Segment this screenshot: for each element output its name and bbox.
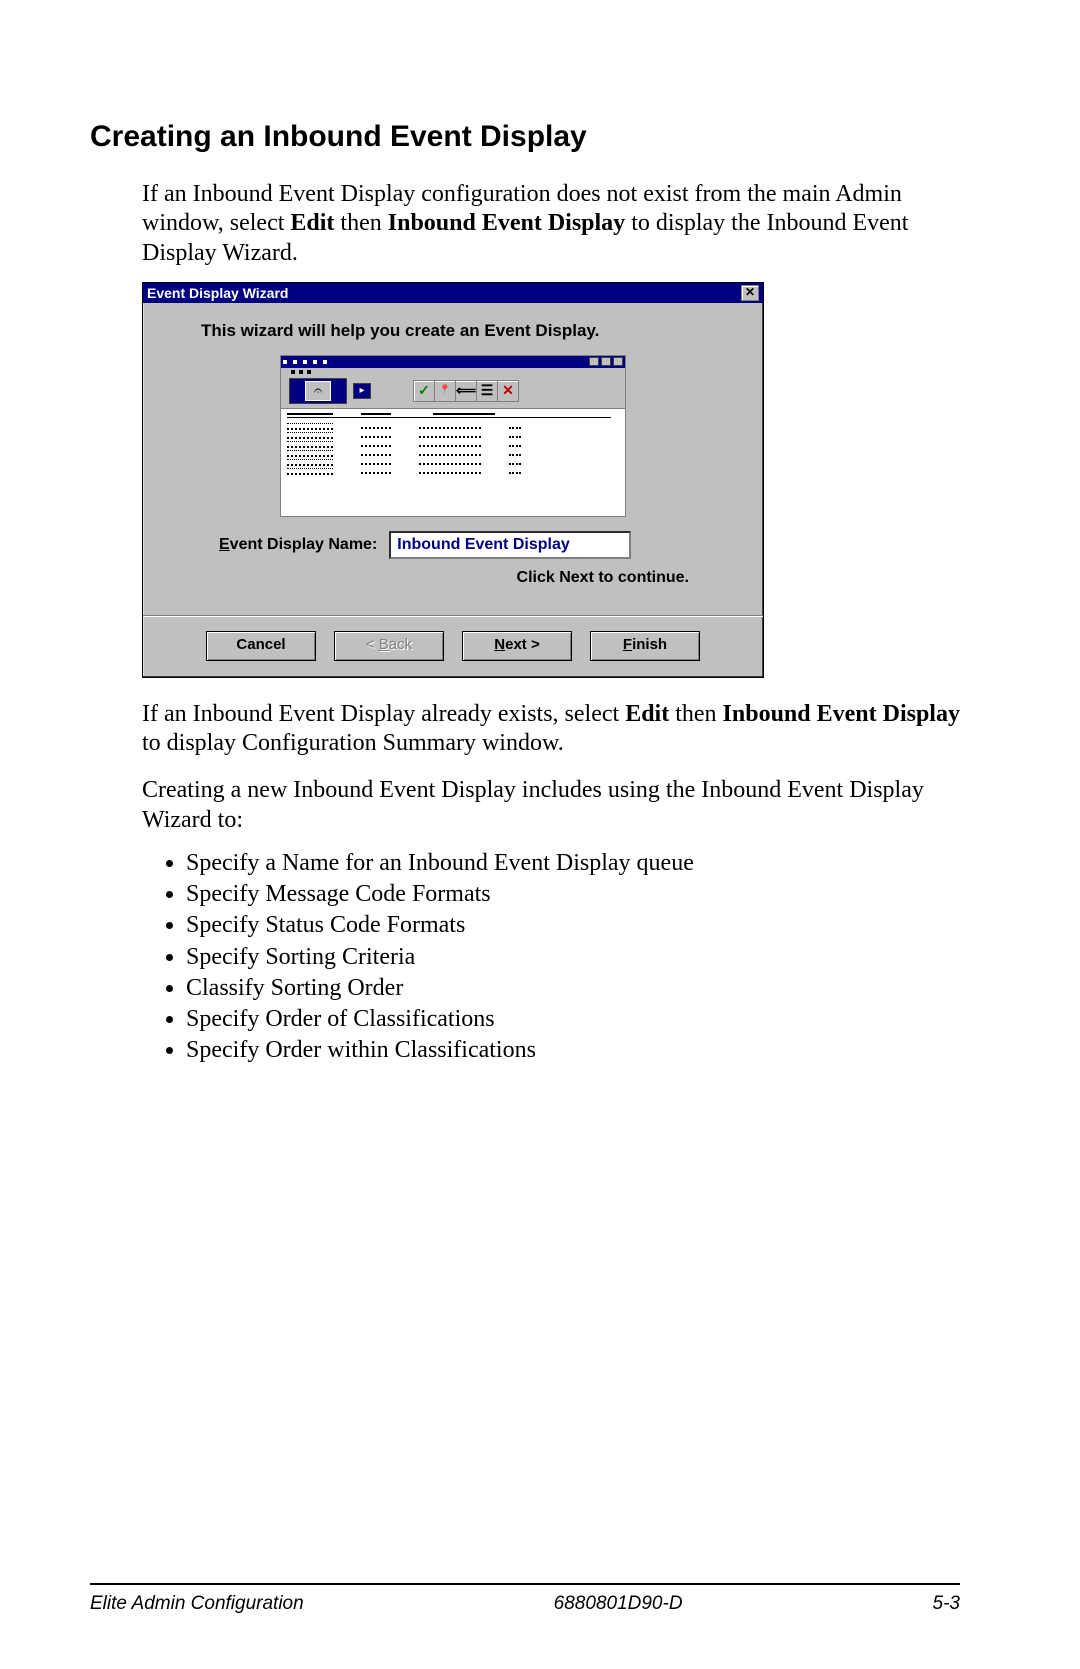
paragraph-2: If an Inbound Event Display already exis… [142,700,960,759]
text: to display Configuration Summary window. [142,730,564,756]
close-icon[interactable]: ✕ [741,285,759,301]
list-item: Specify Status Code Formats [186,911,960,940]
next-button[interactable]: Next > [462,631,572,661]
back-button: < Back [334,631,444,661]
dialog-titlebar: Event Display Wizard ✕ [143,283,763,303]
dialog-title: Event Display Wizard [147,285,288,301]
event-display-name-input[interactable] [389,531,631,559]
x-icon: ✕ [498,381,518,401]
bold-text: Inbound Event Display [388,210,625,236]
cancel-button[interactable]: Cancel [206,631,316,661]
bold-text: Inbound Event Display [723,701,960,727]
bold-text: Edit [290,210,334,236]
list-item: Classify Sorting Order [186,974,960,1003]
event-display-name-label: Event Display Name: [219,536,377,554]
bullet-list: Specify a Name for an Inbound Event Disp… [142,849,960,1066]
bold-text: Edit [625,701,669,727]
text: then [334,210,387,236]
footer-center: 6880801D90-D [554,1593,683,1615]
paragraph-3: Creating a new Inbound Event Display inc… [142,776,960,835]
list-icon: ☰ [477,381,498,401]
page-footer: Elite Admin Configuration 6880801D90-D 5… [90,1583,960,1615]
text: then [669,701,722,727]
list-icon: ⟸ [456,381,477,401]
finish-button[interactable]: Finish [590,631,700,661]
list-item: Specify Order of Classifications [186,1005,960,1034]
event-display-wizard-dialog: Event Display Wizard ✕ This wizard will … [142,282,764,678]
list-item: Specify Order within Classifications [186,1036,960,1065]
list-item: Specify Message Code Formats [186,880,960,909]
pin-icon: 📍 [435,381,456,401]
list-item: Specify a Name for an Inbound Event Disp… [186,849,960,878]
preview-illustration: 𝄐 ▸ ✓ 📍 ⟸ ☰ ✕ [280,355,626,517]
wizard-intro-text: This wizard will help you create an Even… [201,321,735,341]
text: If an Inbound Event Display already exis… [142,701,625,727]
intro-paragraph-1: If an Inbound Event Display configuratio… [142,180,960,268]
footer-left: Elite Admin Configuration [90,1593,304,1615]
section-heading: Creating an Inbound Event Display [90,120,960,154]
continue-hint: Click Next to continue. [171,569,689,587]
footer-right: 5-3 [933,1593,960,1615]
check-icon: ✓ [414,381,435,401]
tool-icon: 𝄐 [305,381,331,401]
arrow-icon: ▸ [353,383,371,399]
list-item: Specify Sorting Criteria [186,943,960,972]
